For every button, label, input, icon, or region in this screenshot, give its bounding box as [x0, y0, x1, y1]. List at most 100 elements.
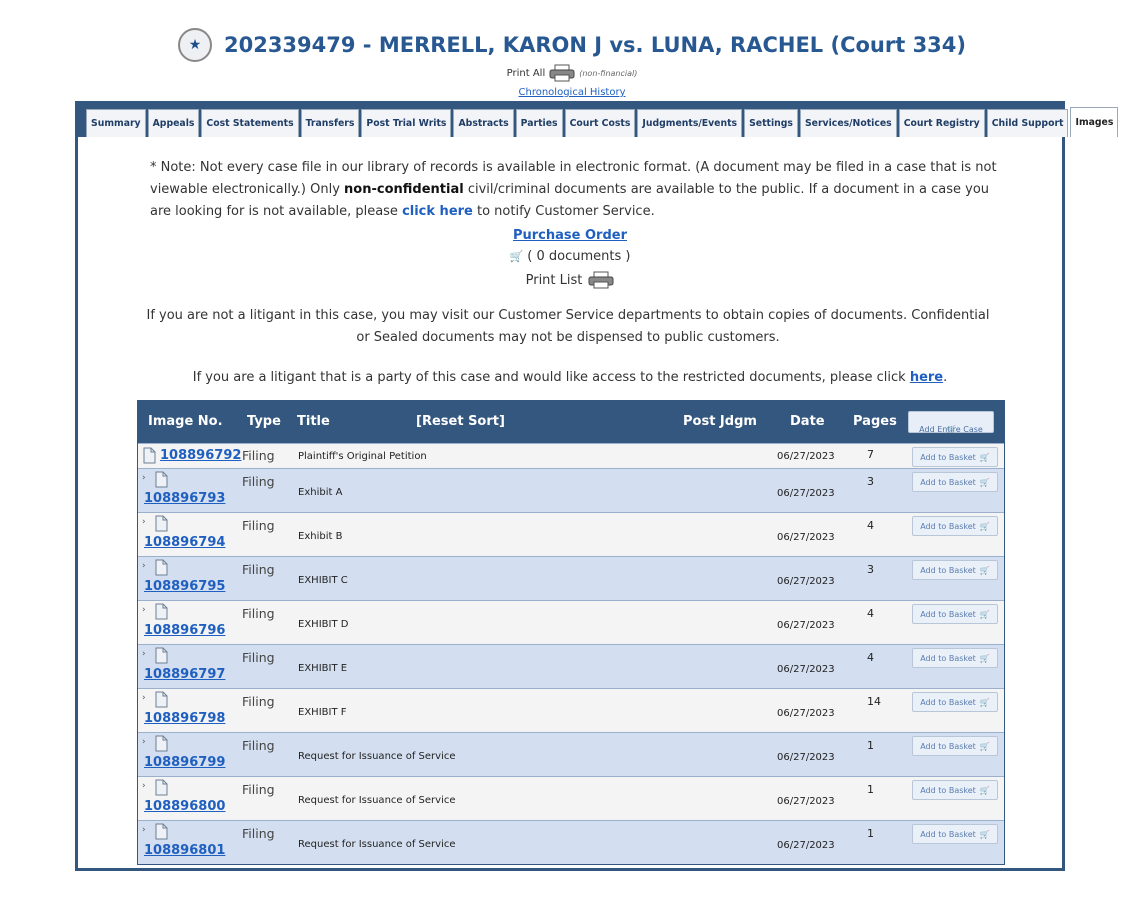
county-seal-icon: ★: [177, 28, 212, 62]
arrow-icon: ›: [142, 825, 146, 835]
doc-date: 06/27/2023: [777, 752, 835, 763]
tab-services-notices[interactable]: Services/Notices: [799, 109, 897, 137]
doc-date: 06/27/2023: [777, 664, 835, 675]
image-number-link[interactable]: 108896800: [144, 799, 225, 814]
grid-header: Image No. Type Title [Reset Sort] Post J…: [138, 401, 1004, 443]
image-number-link[interactable]: 108896798: [144, 711, 225, 726]
doc-pages: 1: [867, 827, 874, 840]
document-icon[interactable]: [154, 471, 168, 491]
add-to-basket-button[interactable]: Add to Basket 🛒: [912, 648, 998, 668]
col-type[interactable]: Type: [247, 414, 281, 429]
add-to-basket-button[interactable]: Add to Basket 🛒: [912, 447, 998, 467]
doc-type: Filing: [242, 606, 275, 621]
doc-type: Filing: [242, 782, 275, 797]
doc-date: 06/27/2023: [777, 840, 835, 851]
documents-count-row: 🛒( 0 documents ): [78, 249, 1062, 264]
add-to-basket-button[interactable]: Add to Basket 🛒: [912, 824, 998, 844]
tab-child-support[interactable]: Child Support: [986, 109, 1069, 137]
document-icon[interactable]: [154, 823, 168, 843]
add-to-basket-button[interactable]: Add to Basket 🛒: [912, 604, 998, 624]
add-to-basket-button[interactable]: Add to Basket 🛒: [912, 560, 998, 580]
document-icon[interactable]: [154, 691, 168, 711]
case-header: ★ 202339479 - MERRELL, KARON J vs. LUNA,…: [0, 28, 1144, 62]
document-icon[interactable]: [142, 447, 156, 467]
doc-title: Request for Issuance of Service: [298, 795, 456, 806]
doc-date: 06/27/2023: [777, 576, 835, 587]
reset-sort-link[interactable]: [Reset Sort]: [416, 414, 505, 429]
col-pages[interactable]: Pages: [853, 414, 897, 429]
image-number-link[interactable]: 108896793: [144, 491, 225, 506]
document-icon[interactable]: [154, 515, 168, 535]
tab-abstracts[interactable]: Abstracts: [453, 109, 514, 137]
add-to-basket-button[interactable]: Add to Basket 🛒: [912, 736, 998, 756]
add-to-basket-label: Add to Basket: [920, 653, 976, 663]
tab-judgments-events[interactable]: Judgments/Events: [637, 109, 743, 137]
doc-type: Filing: [242, 474, 275, 489]
add-entire-case-button[interactable]: Add Entire Case 🛒: [908, 411, 994, 434]
image-number-link[interactable]: 108896801: [144, 843, 225, 858]
add-to-basket-label: Add to Basket: [920, 565, 976, 575]
basket-icon: 🛒: [979, 477, 990, 487]
image-number-link[interactable]: 108896796: [144, 623, 225, 638]
table-row: › 108896801 Filing Request for Issuance of …: [138, 820, 1004, 864]
tab-parties[interactable]: Parties: [515, 109, 563, 137]
add-to-basket-label: Add to Basket: [920, 521, 976, 531]
printer-icon[interactable]: [549, 64, 575, 82]
document-icon[interactable]: [154, 735, 168, 755]
image-number-link[interactable]: 108896795: [144, 579, 225, 594]
doc-pages: 4: [867, 519, 874, 532]
basket-icon: 🛒: [979, 452, 990, 462]
image-number-link[interactable]: 108896794: [144, 535, 225, 550]
image-number-link[interactable]: 108896799: [144, 755, 225, 770]
purchase-order-link[interactable]: Purchase Order: [513, 228, 627, 243]
tab-transfers[interactable]: Transfers: [300, 109, 360, 137]
doc-pages: 4: [867, 607, 874, 620]
arrow-icon: ›: [142, 693, 146, 703]
doc-date: 06/27/2023: [777, 708, 835, 719]
tab-appeals[interactable]: Appeals: [147, 109, 200, 137]
arrow-icon: ›: [142, 781, 146, 791]
print-all-row: Print All (non-financial): [0, 64, 1144, 82]
case-panel: Summary Appeals Cost Statements Transfers Po…: [75, 101, 1119, 871]
document-icon[interactable]: [154, 603, 168, 623]
tab-post-trial-writs[interactable]: Post Trial Writs: [361, 109, 452, 137]
col-title[interactable]: Title: [297, 414, 330, 429]
note-text-3: to notify Customer Service.: [472, 204, 655, 219]
chronological-history-link[interactable]: Chronological History: [519, 87, 626, 98]
tab-court-costs[interactable]: Court Costs: [564, 109, 636, 137]
litigant-here-link[interactable]: here: [910, 370, 943, 385]
add-to-basket-button[interactable]: Add to Basket 🛒: [912, 472, 998, 492]
col-image-no[interactable]: Image No.: [148, 414, 223, 429]
documents-count: ( 0 documents ): [527, 249, 631, 264]
document-icon[interactable]: [154, 559, 168, 579]
add-to-basket-button[interactable]: Add to Basket 🛒: [912, 780, 998, 800]
basket-icon: 🛒: [979, 741, 990, 751]
non-financial-label: (non-financial): [579, 68, 638, 78]
printer-icon[interactable]: [588, 271, 614, 289]
image-number-link[interactable]: 108896792: [160, 448, 241, 463]
tab-summary[interactable]: Summary: [86, 109, 146, 137]
click-here-link[interactable]: click here: [402, 204, 473, 219]
col-post-jdgm[interactable]: Post Jdgm: [683, 414, 757, 429]
table-row: › 108896793 Filing Exhibit A 06/27/2023 3 Add …: [138, 468, 1004, 512]
tab-court-registry[interactable]: Court Registry: [898, 109, 985, 137]
doc-title: Plaintiff's Original Petition: [298, 451, 427, 462]
print-list-row: Print List: [78, 271, 1062, 289]
add-to-basket-label: Add to Basket: [920, 609, 976, 619]
image-number-link[interactable]: 108896797: [144, 667, 225, 682]
basket-icon: 🛒: [946, 425, 956, 434]
table-row: › 108896794 Filing Exhibit B 06/27/2023 4 Add …: [138, 512, 1004, 556]
table-row: › 108896799 Filing Request for Issuance of …: [138, 732, 1004, 776]
tab-cost-statements[interactable]: Cost Statements: [201, 109, 299, 137]
document-icon[interactable]: [154, 647, 168, 667]
add-to-basket-button[interactable]: Add to Basket 🛒: [912, 516, 998, 536]
document-icon[interactable]: [154, 779, 168, 799]
table-row: › 108896795 Filing EXHIBIT C 06/27/2023 3 Add …: [138, 556, 1004, 600]
tab-settings[interactable]: Settings: [744, 109, 798, 137]
col-date[interactable]: Date: [790, 414, 825, 429]
litigant-row: If you are a litigant that is a party of…: [78, 370, 1062, 385]
litigant-end: .: [943, 370, 948, 385]
doc-title: Request for Issuance of Service: [298, 839, 456, 850]
tab-images[interactable]: Images: [1070, 107, 1119, 137]
add-to-basket-button[interactable]: Add to Basket 🛒: [912, 692, 998, 712]
